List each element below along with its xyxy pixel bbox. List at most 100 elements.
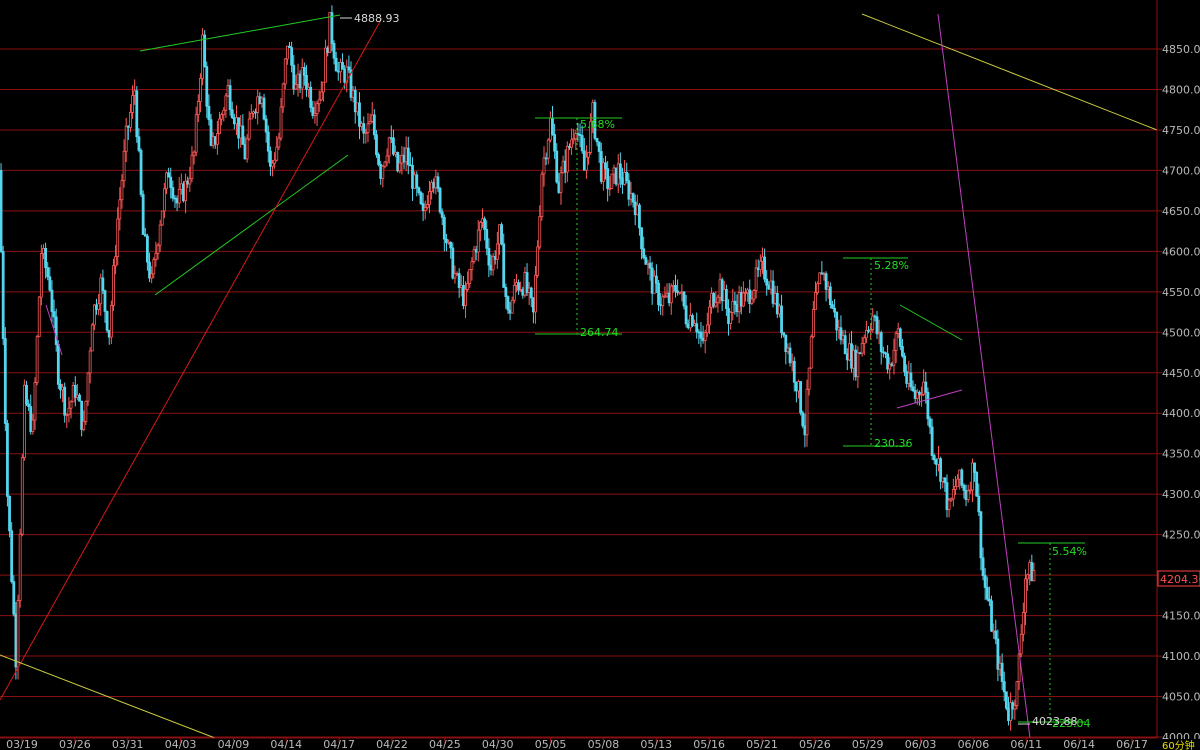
candle-body [633,201,637,216]
candle-body [621,177,624,185]
candle-body [148,261,151,279]
candle-body [489,264,493,271]
candle-body [298,73,302,89]
candle-body [406,147,410,166]
candle [22,379,26,461]
candle-body [483,218,487,230]
candle-body [188,178,192,185]
candle-body [903,355,906,373]
candle-body [758,260,762,271]
candle-body [182,183,185,202]
candle-body [523,272,527,296]
candle-body [769,280,773,290]
candle-body [988,598,991,602]
candle-body [466,283,470,290]
y-tick-label: 4500.00 [1162,326,1200,339]
candle-body [746,289,750,293]
candle-body [10,530,14,582]
candle-body [557,181,561,193]
candle-body [470,261,474,270]
candle-body [360,123,364,127]
range-pct-label-2: 5.28% [874,259,909,272]
candle-body [674,285,677,292]
candle-body [517,282,520,291]
candle-body [175,198,179,204]
x-tick-label: 04/09 [218,738,250,750]
candle-body [951,489,955,500]
candle-body [962,484,966,491]
candle-body [618,163,622,179]
candle-body [341,61,344,70]
candle-body [629,193,633,200]
candle-body [1007,707,1010,721]
candle-body [12,581,16,615]
candle-body [46,267,50,278]
candle-body [67,407,71,416]
candle-body [476,229,480,253]
candle-body [14,613,18,668]
candle-body [508,309,512,314]
candle [816,281,820,295]
candle-body [334,57,338,72]
candle-body [515,282,518,286]
candle-body [254,111,257,114]
candle-body [343,68,347,83]
candle-body [498,224,501,245]
candle-body [37,296,41,338]
candle-body [920,393,923,396]
candle [898,327,902,351]
candle-body [455,273,459,275]
candle-body [968,489,972,492]
candle-body [956,478,959,487]
candle-body [1032,570,1036,582]
candle-body [843,335,847,355]
candle-body [771,280,775,304]
candle-body [29,406,33,432]
candle-body [886,353,889,370]
candle-body [425,204,429,208]
candle [990,595,993,633]
range-pct-label-3: 5.54% [1052,545,1087,558]
candle-body [52,311,56,318]
candle-body [599,151,603,182]
candle-body [328,12,332,54]
candle-body [95,304,98,310]
candle-body [252,111,255,114]
candle-body [536,246,540,276]
candle-body [888,363,892,370]
candle-body [680,291,684,294]
candle-body [370,114,374,122]
candle-body [606,168,610,189]
candle [799,380,803,416]
candle-body [1019,633,1023,655]
y-tick-label: 4750.00 [1162,124,1200,137]
candle-body [761,256,764,262]
candle-body [532,297,535,313]
candle-body [922,381,926,395]
candle [8,495,11,538]
candle [975,471,979,497]
candle-body [722,289,726,302]
candle-body [767,284,771,290]
candle-body [258,96,262,104]
candle-body [319,91,323,101]
candle [960,468,964,488]
candle-body [676,290,680,294]
candle-body [126,125,130,128]
candle-body [506,296,510,311]
candle-body [695,323,699,333]
candle-body [152,259,156,275]
candle-body [949,498,953,501]
y-tick-label: 4100.00 [1162,650,1200,663]
candle-body [966,490,970,501]
candle-body [464,289,467,307]
candle-body [750,298,754,304]
candle-body [396,151,400,172]
x-tick-label: 04/17 [323,738,355,750]
candle-body [76,394,79,398]
candle-body [686,323,690,329]
candle-body [983,575,987,588]
candle-body [491,256,495,271]
candle-body [729,312,733,324]
candle-body [642,248,646,258]
